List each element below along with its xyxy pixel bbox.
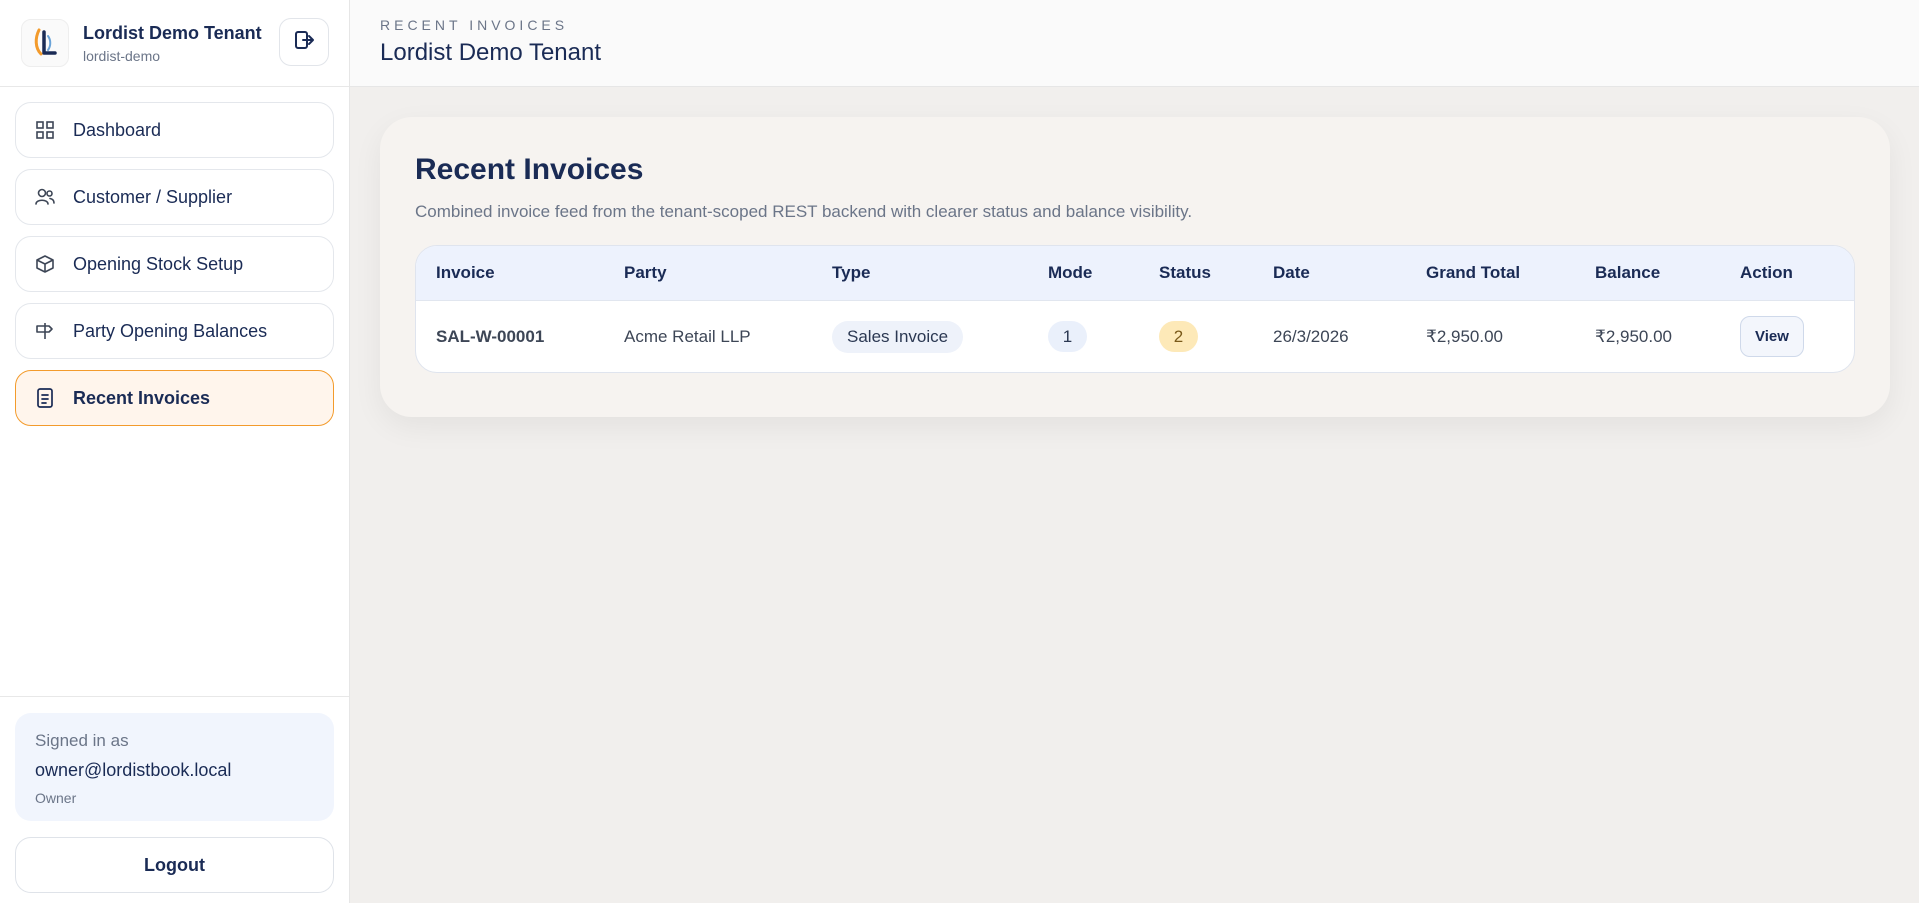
page-eyebrow: RECENT INVOICES [380,17,569,33]
column-header-party: Party [624,263,667,282]
invoices-table: Invoice Party Type Mode Status Date Gran… [415,245,1855,373]
party-name: Acme Retail LLP [624,326,751,346]
column-header-action: Action [1740,263,1793,282]
signed-in-label: Signed in as [35,731,129,750]
brand-header: Lordist Demo Tenant lordist-demo [0,0,349,87]
sidebar: Lordist Demo Tenant lordist-demo Dashboa… [0,0,350,903]
invoice-number: SAL-W-00001 [436,326,545,346]
sidebar-item-party-opening-balances[interactable]: Party Opening Balances [15,303,334,359]
users-icon [34,186,56,208]
column-header-type: Type [832,263,871,282]
sidebar-item-label: Customer / Supplier [73,186,233,207]
page-header: RECENT INVOICES Lordist Demo Tenant [350,0,1919,87]
sidebar-item-label: Recent Invoices [73,387,211,408]
action-cell: View [1720,316,1850,357]
balance: ₹2,950.00 [1595,326,1672,346]
column-header-status: Status [1159,263,1211,282]
invoices-panel: Recent Invoices Combined invoice feed fr… [380,117,1890,417]
sidebar-item-opening-stock[interactable]: Opening Stock Setup [15,236,334,292]
sidebar-item-label: Party Opening Balances [73,320,268,341]
panel-title: Recent Invoices [415,153,644,186]
sidebar-item-customer-supplier[interactable]: Customer / Supplier [15,169,334,225]
type-cell: Sales Invoice [812,320,1028,353]
lordist-logo [21,19,69,67]
column-header-grand-total: Grand Total [1426,263,1521,282]
user-role: Owner [35,790,77,806]
panel-subtitle: Combined invoice feed from the tenant-sc… [415,202,1193,221]
sidebar-nav: Dashboard Customer / Supplier Opening St… [0,87,349,426]
tenant-slug: lordist-demo [83,47,161,64]
table-header: Invoice Party Type Mode Status Date Gran… [416,246,1854,301]
type-badge: Sales Invoice [832,320,964,353]
box-icon [34,253,56,275]
sidebar-item-dashboard[interactable]: Dashboard [15,102,334,158]
column-header-date: Date [1273,263,1310,282]
grid-icon [34,119,56,141]
tenant-name: Lordist Demo Tenant [83,22,262,43]
status-badge: 2 [1159,321,1198,352]
status-cell: 2 [1139,321,1253,352]
exit-icon [293,29,315,56]
sidebar-item-recent-invoices[interactable]: Recent Invoices [15,370,334,426]
column-header-mode: Mode [1048,263,1093,282]
exit-tenant-button[interactable] [279,18,329,66]
mode-cell: 1 [1028,321,1139,352]
receipt-icon [34,387,56,409]
column-header-balance: Balance [1595,263,1661,282]
invoice-date: 26/3/2026 [1273,326,1349,346]
user-email: owner@lordistbook.local [35,760,232,780]
view-button[interactable]: View [1740,316,1804,357]
mode-badge: 1 [1048,321,1087,352]
page-title: Lordist Demo Tenant [380,39,602,66]
user-card: Signed in as owner@lordistbook.local Own… [15,713,334,821]
sidebar-item-label: Dashboard [73,119,162,140]
logout-button[interactable]: Logout [15,837,334,893]
table-row: SAL-W-00001 Acme Retail LLP Sales Invoic… [416,301,1854,372]
grand-total: ₹2,950.00 [1426,326,1503,346]
sidebar-item-label: Opening Stock Setup [73,253,244,274]
signpost-icon [34,320,56,342]
sidebar-footer: Signed in as owner@lordistbook.local Own… [0,696,349,903]
column-header-invoice: Invoice [436,263,495,282]
